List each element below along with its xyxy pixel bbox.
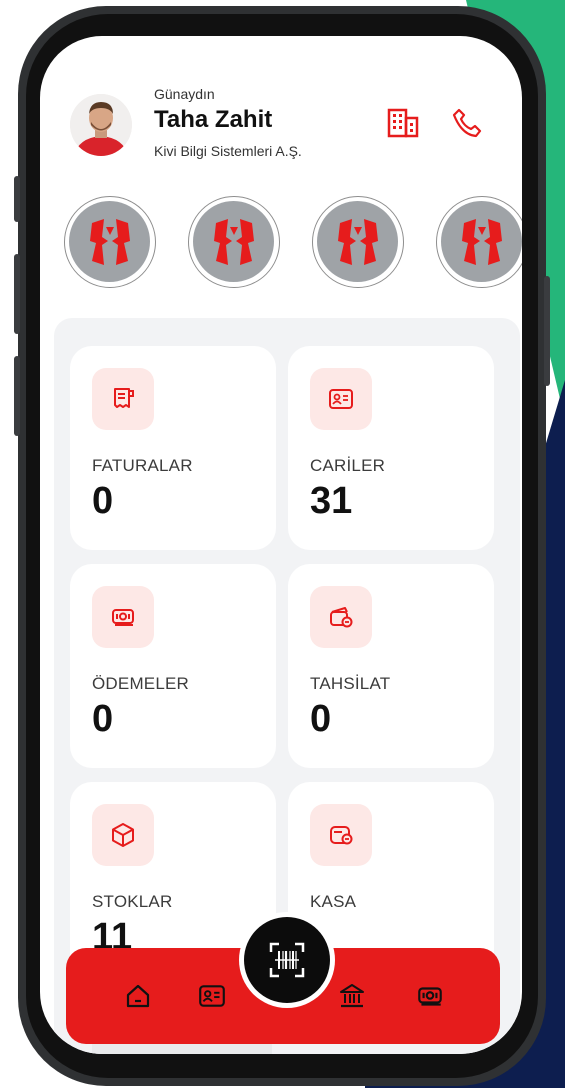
avatar[interactable] (70, 94, 132, 156)
stories-row (64, 196, 522, 288)
home-icon (126, 984, 150, 1008)
nav-bank[interactable] (334, 978, 370, 1014)
phone-icon[interactable] (450, 106, 484, 140)
card-value: 0 (310, 698, 332, 740)
greeting-text: Günaydın (154, 86, 215, 102)
story-item[interactable] (64, 196, 156, 288)
story-logo (317, 201, 398, 282)
card-faturalar[interactable]: FATURALAR 0 (70, 346, 276, 550)
story-logo (69, 201, 150, 282)
side-button (14, 254, 20, 334)
card-label: TAHSİLAT (310, 674, 391, 693)
contact-card-icon (199, 985, 225, 1007)
card-label: ÖDEMELER (92, 674, 190, 693)
user-name: Taha Zahit (154, 106, 273, 133)
scan-button-inner (244, 917, 330, 1003)
header: Günaydın Taha Zahit Kivi Bilgi Sistemler… (40, 36, 522, 186)
side-button (544, 276, 550, 386)
card-value: 0 (92, 698, 114, 740)
card-value: 31 (310, 480, 353, 522)
nav-cash[interactable] (412, 978, 448, 1014)
invoice-icon (92, 368, 154, 430)
card-odemeler[interactable]: ÖDEMELER 0 (70, 564, 276, 768)
nav-contacts[interactable] (194, 978, 230, 1014)
card-value: 0 (92, 480, 114, 522)
scan-button[interactable] (239, 912, 335, 1008)
app-screen: Günaydın Taha Zahit Kivi Bilgi Sistemler… (40, 36, 522, 1054)
card-label: CARİLER (310, 456, 386, 475)
card-label: FATURALAR (92, 456, 193, 475)
box-icon (92, 804, 154, 866)
building-icon[interactable] (386, 106, 420, 140)
side-button (14, 176, 20, 222)
card-label: STOKLAR (92, 892, 173, 911)
story-item[interactable] (188, 196, 280, 288)
card-label: KASA (310, 892, 357, 911)
cash-icon (92, 586, 154, 648)
cash-icon (418, 987, 442, 1006)
card-tahsilat[interactable]: TAHSİLAT 0 (288, 564, 494, 768)
nav-home[interactable] (120, 978, 156, 1014)
story-logo (441, 201, 522, 282)
barcode-scan-icon (269, 942, 305, 978)
contact-card-icon (310, 368, 372, 430)
bank-icon (340, 984, 364, 1008)
card-cariler[interactable]: CARİLER 31 (288, 346, 494, 550)
story-item[interactable] (312, 196, 404, 288)
collection-icon (310, 586, 372, 648)
story-item[interactable] (436, 196, 522, 288)
story-logo (193, 201, 274, 282)
side-button (14, 356, 20, 436)
wallet-icon (310, 804, 372, 866)
company-name: Kivi Bilgi Sistemleri A.Ş. (154, 143, 302, 159)
